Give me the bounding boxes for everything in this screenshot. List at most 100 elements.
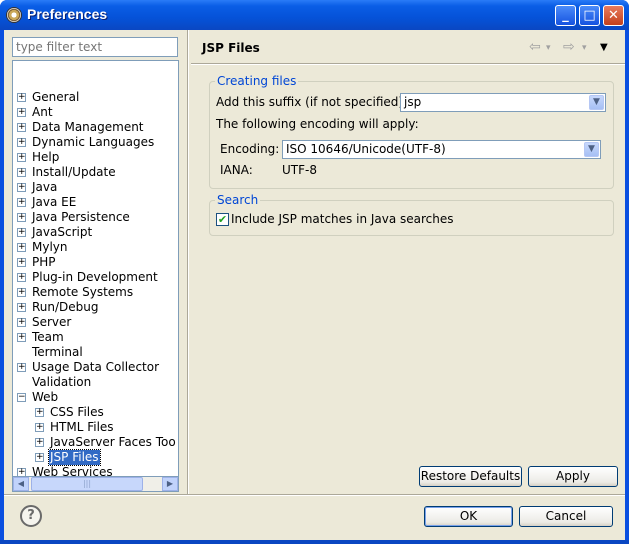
tree-item[interactable]: + Java bbox=[17, 180, 173, 195]
maximize-button[interactable]: □ bbox=[579, 5, 600, 26]
tree-item-label[interactable]: Help bbox=[31, 150, 60, 165]
tree-item[interactable]: + Help bbox=[17, 150, 173, 165]
panel-divider[interactable] bbox=[187, 30, 189, 494]
expand-icon[interactable]: + bbox=[17, 93, 26, 102]
expand-icon[interactable]: + bbox=[35, 453, 44, 462]
include-jsp-label[interactable]: Include JSP matches in Java searches bbox=[231, 212, 454, 226]
tree-item[interactable]: + Plug-in Development bbox=[17, 270, 173, 285]
help-icon[interactable]: ? bbox=[20, 505, 42, 527]
restore-defaults-button[interactable]: Restore Defaults bbox=[419, 466, 522, 487]
expand-icon[interactable]: + bbox=[17, 228, 26, 237]
tree-item[interactable]: + Run/Debug bbox=[17, 300, 173, 315]
suffix-combo[interactable]: jsp ▼ bbox=[400, 93, 606, 112]
tree-horizontal-scrollbar[interactable]: ◀ ||| ▶ bbox=[12, 476, 179, 492]
forward-menu-icon[interactable]: ▾ bbox=[582, 43, 587, 53]
expand-icon[interactable]: + bbox=[17, 168, 26, 177]
back-arrow-icon[interactable]: ⇦ bbox=[529, 39, 541, 55]
tree-item[interactable]: + JSP Files bbox=[35, 449, 173, 466]
minimize-button[interactable]: _ bbox=[555, 5, 576, 26]
tree-item-label[interactable]: Validation bbox=[31, 375, 92, 390]
expand-icon[interactable]: + bbox=[17, 198, 26, 207]
tree-item[interactable]: + Team bbox=[17, 330, 173, 345]
tree-item[interactable]: + Usage Data Collector bbox=[17, 360, 173, 375]
chevron-down-icon[interactable]: ▼ bbox=[589, 95, 604, 110]
tree-item-label[interactable]: Plug-in Development bbox=[31, 270, 159, 285]
expand-icon[interactable]: + bbox=[17, 363, 26, 372]
expand-icon[interactable]: + bbox=[17, 318, 26, 327]
expand-icon[interactable]: + bbox=[17, 333, 26, 342]
back-menu-icon[interactable]: ▾ bbox=[546, 43, 551, 53]
tree-item[interactable]: + HTML Files bbox=[35, 420, 173, 435]
tree-item-label[interactable]: Team bbox=[31, 330, 65, 345]
tree-item[interactable]: + Data Management bbox=[17, 120, 173, 135]
title-bar[interactable]: Preferences _ □ ✕ bbox=[0, 0, 629, 30]
tree-item[interactable]: + JavaServer Faces Too bbox=[35, 435, 176, 450]
tree-item-label[interactable]: CSS Files bbox=[49, 405, 105, 420]
tree-item[interactable]: − Web bbox=[17, 390, 173, 405]
encoding-combo[interactable]: ISO 10646/Unicode(UTF-8) ▼ bbox=[282, 140, 601, 159]
expand-icon[interactable]: + bbox=[17, 183, 26, 192]
apply-button[interactable]: Apply bbox=[528, 466, 618, 487]
expand-icon[interactable]: + bbox=[17, 213, 26, 222]
forward-arrow-icon[interactable]: ⇨ bbox=[563, 39, 575, 55]
tree-item-label[interactable]: Web bbox=[31, 390, 59, 405]
tree-item-label[interactable]: Usage Data Collector bbox=[31, 360, 160, 375]
tree-item-label[interactable]: Dynamic Languages bbox=[31, 135, 155, 150]
scroll-thumb[interactable]: ||| bbox=[31, 477, 143, 491]
tree-item-label[interactable]: Server bbox=[31, 315, 72, 330]
tree-item[interactable]: + JavaScript bbox=[17, 225, 173, 240]
tree-item-label[interactable]: Install/Update bbox=[31, 165, 117, 180]
filter-input[interactable] bbox=[13, 38, 177, 56]
expand-icon[interactable]: + bbox=[17, 243, 26, 252]
tree-item-label[interactable]: Mylyn bbox=[31, 240, 69, 255]
view-menu-icon[interactable]: ▼ bbox=[600, 42, 608, 53]
tree-item[interactable]: + Dynamic Languages bbox=[17, 135, 173, 150]
tree-item-label[interactable]: Data Management bbox=[31, 120, 145, 135]
tree-item[interactable]: + Mylyn bbox=[17, 240, 173, 255]
expand-icon[interactable]: + bbox=[17, 258, 26, 267]
tree-item-label[interactable]: PHP bbox=[31, 255, 57, 270]
tree-item-label[interactable]: Run/Debug bbox=[31, 300, 100, 315]
scroll-left-icon[interactable]: ◀ bbox=[13, 477, 29, 491]
tree-item[interactable]: + Install/Update bbox=[17, 165, 173, 180]
tree-item-label[interactable]: Ant bbox=[31, 105, 54, 120]
tree-item-label[interactable]: General bbox=[31, 90, 80, 105]
chevron-down-icon[interactable]: ▼ bbox=[584, 142, 599, 157]
tree-item[interactable]: + Java Persistence bbox=[17, 210, 173, 225]
tree-item-label[interactable]: Terminal bbox=[31, 345, 84, 360]
include-jsp-checkbox[interactable]: ✔ bbox=[216, 213, 229, 226]
expand-icon[interactable]: + bbox=[17, 153, 26, 162]
close-button[interactable]: ✕ bbox=[603, 5, 624, 26]
expand-icon[interactable]: + bbox=[17, 303, 26, 312]
expand-icon[interactable]: + bbox=[17, 138, 26, 147]
tree-item-label[interactable]: Remote Systems bbox=[31, 285, 134, 300]
tree-item-label[interactable]: JavaServer Faces Too bbox=[49, 435, 177, 450]
expand-icon[interactable]: + bbox=[17, 288, 26, 297]
tree-item-label[interactable]: Java Persistence bbox=[31, 210, 131, 225]
scroll-right-icon[interactable]: ▶ bbox=[162, 477, 178, 491]
collapse-icon[interactable]: − bbox=[17, 393, 26, 402]
tree-item-label[interactable]: JSP Files bbox=[48, 449, 101, 466]
tree-item[interactable]: + Remote Systems bbox=[17, 285, 173, 300]
tree-item-label[interactable]: JavaScript bbox=[31, 225, 93, 240]
tree-item[interactable]: + Ant bbox=[17, 105, 173, 120]
ok-button[interactable]: OK bbox=[424, 506, 513, 527]
tree-item[interactable]: + Server bbox=[17, 315, 173, 330]
cancel-button[interactable]: Cancel bbox=[519, 506, 613, 527]
expand-icon[interactable]: + bbox=[17, 108, 26, 117]
tree-item[interactable]: Validation bbox=[17, 375, 173, 390]
expand-icon[interactable]: + bbox=[35, 438, 44, 447]
expand-icon[interactable]: + bbox=[17, 273, 26, 282]
preference-tree[interactable]: + General + Ant + Data Management + Dynamic Lan… bbox=[12, 60, 179, 491]
tree-item-label[interactable]: Java bbox=[31, 180, 58, 195]
tree-item[interactable]: + General bbox=[17, 90, 173, 105]
tree-item-label[interactable]: Java EE bbox=[31, 195, 77, 210]
tree-item[interactable]: Terminal bbox=[17, 345, 173, 360]
expand-icon[interactable]: + bbox=[35, 408, 44, 417]
tree-item-label[interactable]: HTML Files bbox=[49, 420, 115, 435]
tree-item[interactable]: + Java EE bbox=[17, 195, 173, 210]
expand-icon[interactable]: + bbox=[35, 423, 44, 432]
filter-field[interactable] bbox=[12, 37, 178, 57]
expand-icon[interactable]: + bbox=[17, 123, 26, 132]
tree-item[interactable]: + PHP bbox=[17, 255, 173, 270]
